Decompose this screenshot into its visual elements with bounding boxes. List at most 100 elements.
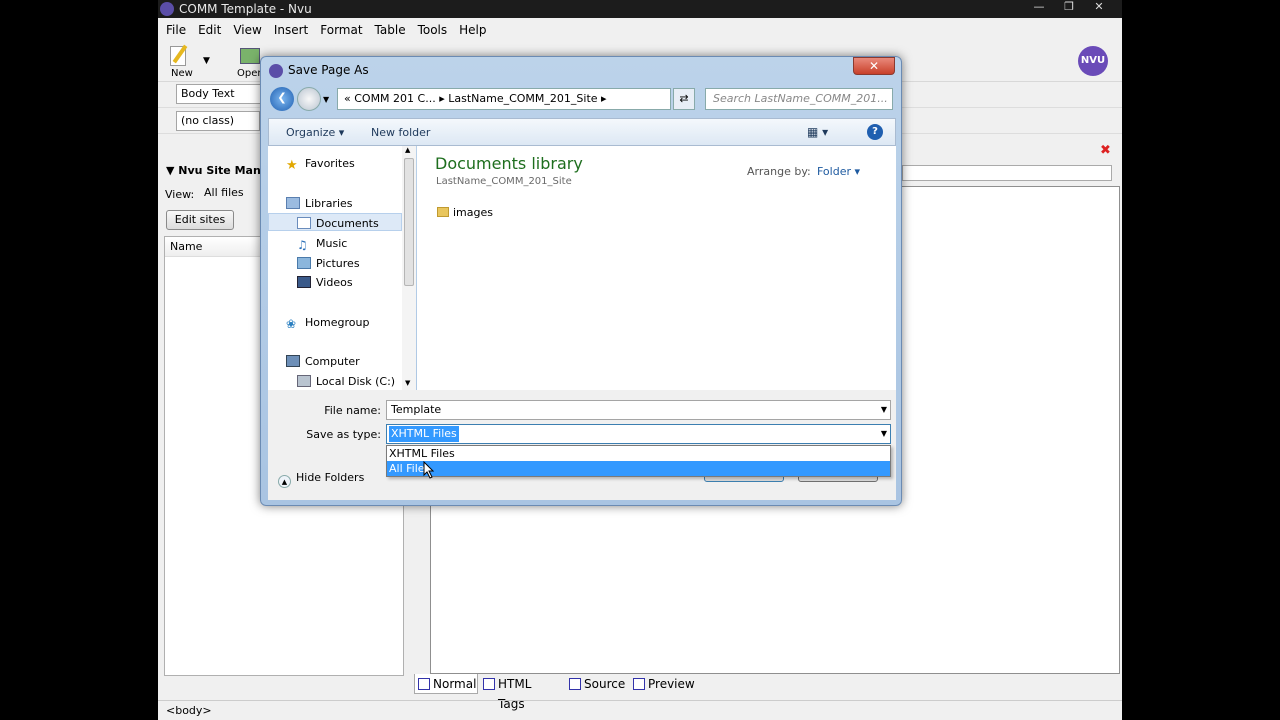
dialog-nvu-icon: [269, 64, 283, 78]
hide-folders-toggle[interactable]: ▲ Hide Folders: [278, 471, 364, 488]
menu-edit[interactable]: Edit: [192, 20, 227, 40]
nav-homegroup[interactable]: ❀ Homegroup: [286, 316, 370, 331]
menu-view[interactable]: View: [227, 20, 267, 40]
save-type-select[interactable]: XHTML Files ▼: [386, 424, 891, 444]
view-label: View:: [165, 188, 195, 201]
nav-scrollbar[interactable]: ▲ ▼: [402, 146, 416, 390]
edit-sites-button[interactable]: Edit sites: [166, 210, 234, 230]
tab-html-tags[interactable]: HTML Tags: [480, 674, 564, 711]
nav-pictures[interactable]: Pictures: [297, 257, 360, 270]
computer-icon: [286, 355, 300, 367]
window-title: COMM Template - Nvu: [179, 2, 312, 16]
history-dropdown-icon[interactable]: ▼: [323, 95, 329, 104]
nav-favorites[interactable]: ★ Favorites: [286, 157, 355, 173]
nav-videos[interactable]: Videos: [297, 276, 353, 289]
source-icon: [569, 678, 581, 690]
nvu-logo: NVU: [1078, 46, 1108, 76]
mouse-cursor-icon: [423, 461, 435, 479]
file-name-value: Template: [391, 403, 442, 416]
menu-help[interactable]: Help: [453, 20, 492, 40]
music-note-icon: ♫: [297, 238, 308, 252]
menu-bar: File Edit View Insert Format Table Tools Help: [158, 20, 1122, 40]
film-icon: [297, 276, 311, 288]
help-icon[interactable]: ?: [867, 124, 883, 140]
nav-computer[interactable]: Computer: [286, 355, 360, 368]
list-item[interactable]: images: [437, 206, 493, 219]
restore-button[interactable]: ❐: [1054, 0, 1084, 16]
arrange-by-select[interactable]: Folder ▾: [817, 165, 860, 178]
normal-page-icon: [418, 678, 430, 690]
back-arrow-icon[interactable]: ❮: [270, 87, 294, 111]
chevron-down-icon[interactable]: ▼: [881, 425, 887, 443]
title-bar: COMM Template - Nvu — ❐ ✕: [158, 0, 1122, 18]
menu-format[interactable]: Format: [314, 20, 368, 40]
libraries-icon: [286, 197, 300, 209]
tab-preview-label: Preview: [648, 677, 695, 691]
command-bar: Organize ▾ New folder ▦ ▾ ?: [268, 118, 896, 146]
menu-insert[interactable]: Insert: [268, 20, 314, 40]
close-window-button[interactable]: ✕: [1084, 0, 1114, 16]
menu-tools[interactable]: Tools: [412, 20, 454, 40]
view-filter-select[interactable]: All files: [200, 184, 260, 204]
star-icon: ★: [286, 158, 298, 173]
scroll-up-icon[interactable]: ▲: [405, 146, 410, 154]
close-tab-icon[interactable]: ✖: [1100, 143, 1111, 158]
tab-source[interactable]: Source: [566, 674, 628, 694]
menu-file[interactable]: File: [158, 20, 192, 40]
search-input[interactable]: Search LastName_COMM_201...: [705, 88, 893, 110]
library-subtitle: LastName_COMM_201_Site: [436, 176, 572, 187]
hide-folders-label: Hide Folders: [296, 471, 365, 484]
navigation-pane: ★ Favorites Libraries Documents ♫ Music Pi…: [268, 146, 416, 390]
forward-arrow-icon[interactable]: [297, 87, 321, 111]
paragraph-format-select[interactable]: Body Text: [176, 84, 266, 104]
tab-preview[interactable]: Preview: [630, 674, 700, 694]
nav-scroll-thumb[interactable]: [404, 158, 414, 286]
magnifier-icon: [633, 678, 645, 690]
new-dropdown-arrow-icon[interactable]: ▼: [203, 56, 210, 66]
nvu-app-icon: [160, 2, 174, 16]
save-type-label: Save as type:: [306, 428, 381, 441]
save-type-dropdown-list: XHTML Files All Files: [386, 445, 891, 477]
class-select[interactable]: (no class): [176, 111, 260, 131]
documents-icon: [297, 217, 311, 229]
scroll-down-icon[interactable]: ▼: [405, 379, 410, 387]
minimize-button[interactable]: —: [1024, 0, 1054, 16]
open-folder-icon[interactable]: [240, 48, 260, 64]
folder-name: images: [453, 206, 493, 219]
new-page-icon[interactable]: [168, 44, 190, 70]
option-xhtml-files[interactable]: XHTML Files: [387, 446, 890, 461]
tab-normal-label: Normal: [433, 677, 477, 691]
file-list-pane[interactable]: Documents library LastName_COMM_201_Site…: [417, 146, 896, 390]
nav-pictures-label: Pictures: [316, 257, 360, 270]
view-options-icon[interactable]: ▦ ▾: [807, 125, 828, 139]
tab-normal[interactable]: Normal: [414, 674, 478, 694]
refresh-icon[interactable]: ⇄: [673, 88, 695, 110]
save-type-value: XHTML Files: [389, 426, 459, 442]
option-all-files[interactable]: All Files: [387, 461, 890, 476]
file-name-label: File name:: [324, 404, 381, 417]
address-bar[interactable]: « COMM 201 C... ▸ LastName_COMM_201_Site…: [337, 88, 671, 110]
new-folder-button[interactable]: New folder: [371, 126, 430, 139]
save-page-as-dialog: Save Page As ✕ ❮ ▼ « COMM 201 C... ▸ Las…: [260, 56, 902, 506]
nav-documents[interactable]: Documents: [297, 217, 379, 230]
library-title: Documents library: [435, 154, 583, 173]
new-button-label[interactable]: New: [171, 68, 193, 79]
nav-documents-label: Documents: [316, 217, 379, 230]
nav-computer-label: Computer: [305, 355, 360, 368]
nav-local-disk[interactable]: Local Disk (C:): [297, 375, 395, 388]
file-name-input[interactable]: Template ▼: [386, 400, 891, 420]
nav-homegroup-label: Homegroup: [305, 316, 370, 329]
nav-libraries-label: Libraries: [305, 197, 353, 210]
status-bar: <body>: [158, 700, 1122, 720]
menu-table[interactable]: Table: [369, 20, 412, 40]
homegroup-icon: ❀: [286, 317, 297, 331]
nav-libraries[interactable]: Libraries: [286, 197, 353, 210]
nav-music[interactable]: ♫ Music: [297, 237, 347, 252]
chevron-up-icon: ▲: [278, 475, 291, 488]
dialog-close-button[interactable]: ✕: [853, 57, 895, 75]
html-tags-icon: [483, 678, 495, 690]
disk-drive-icon: [297, 375, 311, 387]
tab-url-field[interactable]: [902, 165, 1112, 181]
organize-menu[interactable]: Organize ▾: [286, 126, 344, 139]
chevron-down-icon[interactable]: ▼: [881, 401, 887, 419]
